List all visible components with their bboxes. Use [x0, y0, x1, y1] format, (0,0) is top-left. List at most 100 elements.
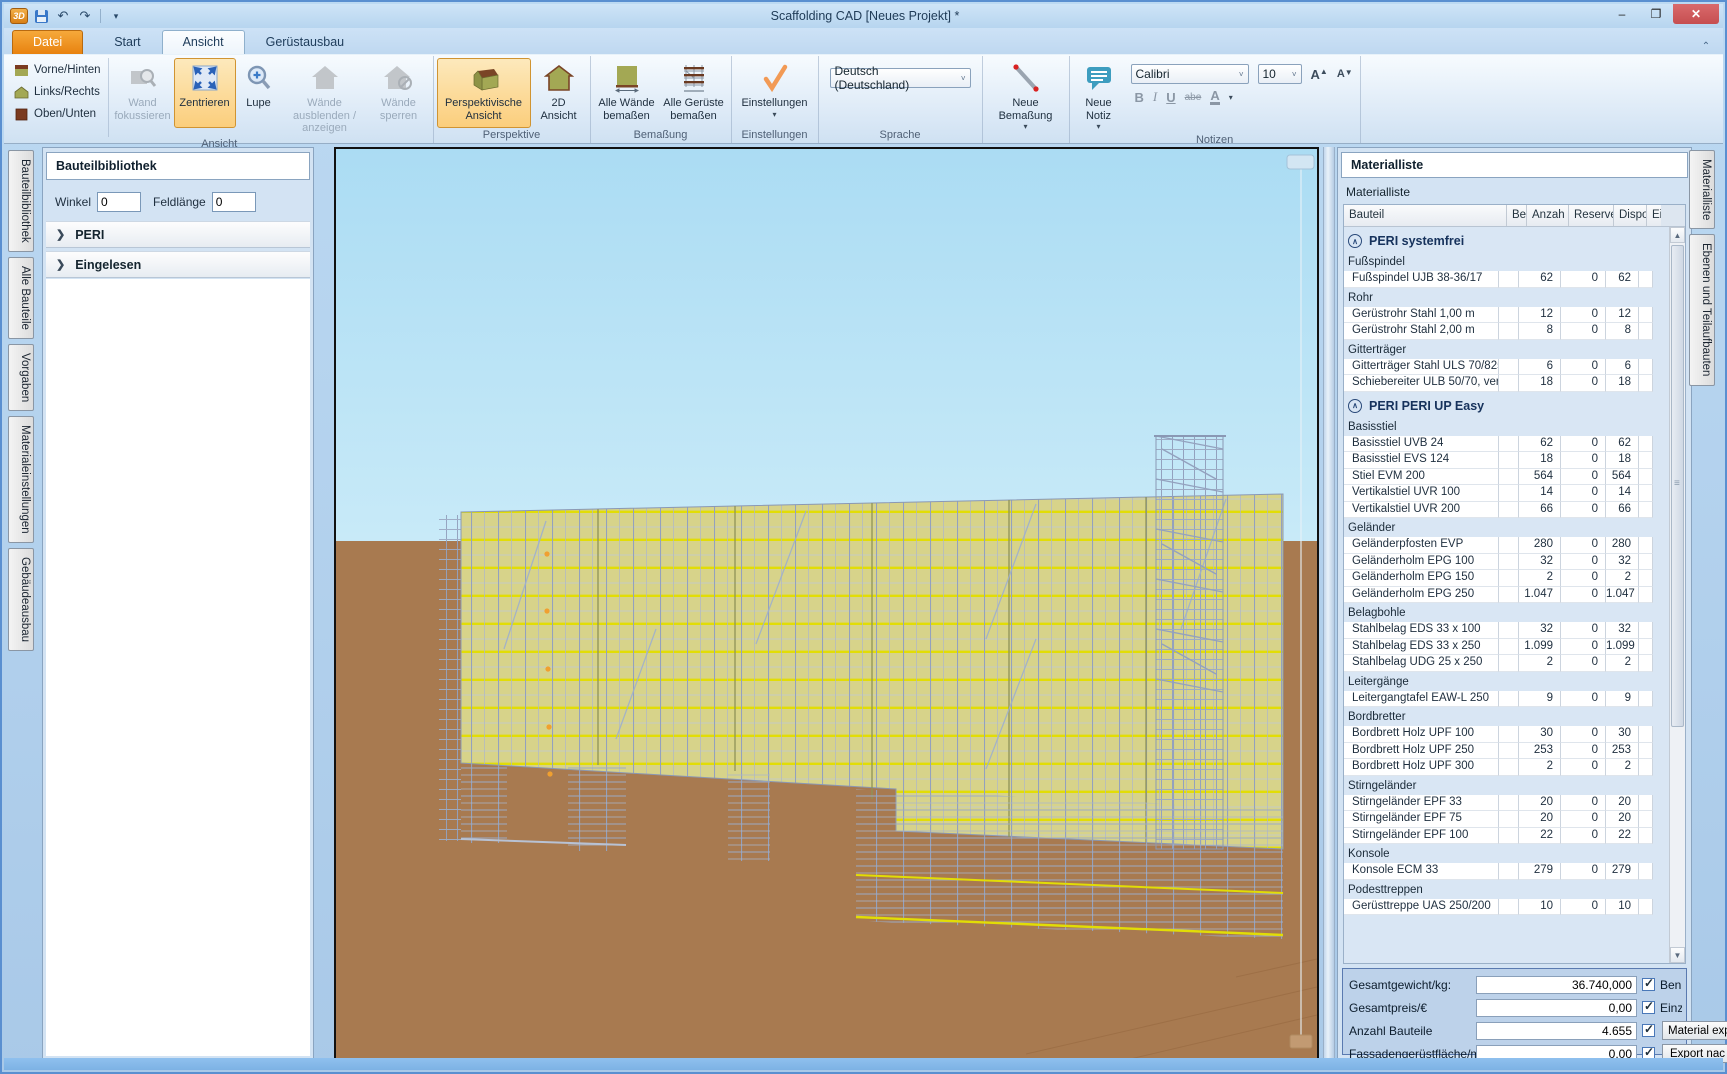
material-item-row[interactable]: Bordbrett Holz UPF 10030030: [1344, 726, 1669, 743]
material-section-row[interactable]: ∧PERI PERI UP Easy: [1344, 395, 1669, 417]
material-item-row[interactable]: Leitergangtafel EAW-L 250909: [1344, 691, 1669, 708]
side-tab-materialeinstellungen[interactable]: Materialeinstellungen: [8, 416, 34, 543]
einzelgewichte-checkbox[interactable]: [1642, 1001, 1655, 1014]
alle-waende-bemassen-button[interactable]: Alle Wände bemaßen: [594, 58, 660, 128]
language-select[interactable]: Deutsch (Deutschland) ˅: [830, 68, 971, 88]
font-color-button[interactable]: A: [1210, 89, 1219, 105]
font-name-select[interactable]: Calibri ˅: [1131, 64, 1249, 84]
material-item-row[interactable]: Geländerholm EPG 10032032: [1344, 554, 1669, 571]
column-header[interactable]: Reserve: [1569, 205, 1614, 226]
material-item-row[interactable]: Stirngeländer EPF 7520020: [1344, 811, 1669, 828]
material-item-row[interactable]: Geländerpfosten EVP2800280: [1344, 537, 1669, 554]
save-button[interactable]: [32, 7, 50, 25]
material-item-row[interactable]: Geländerholm EPG 2501.04701.047: [1344, 587, 1669, 604]
column-header[interactable]: Ei: [1647, 205, 1661, 226]
gesamtpreis-input[interactable]: [1476, 999, 1637, 1017]
zentrieren-button[interactable]: Zentrieren: [174, 58, 236, 128]
side-tab-vorgaben[interactable]: Vorgaben: [8, 344, 34, 411]
neue-notiz-button[interactable]: Neue Notiz ▾: [1073, 58, 1125, 133]
perspektivische-ansicht-button[interactable]: Perspektivische Ansicht: [437, 58, 531, 128]
feldlaenge-input[interactable]: [212, 192, 256, 212]
shrink-font-button[interactable]: A▼: [1337, 68, 1353, 80]
material-item-row[interactable]: Stahlbelag UDG 25 x 250202: [1344, 655, 1669, 672]
qat-customize-button[interactable]: ▾: [107, 7, 125, 25]
material-item-row[interactable]: Gitterträger Stahl ULS 70/825606: [1344, 359, 1669, 376]
material-item-row[interactable]: Basisstiel EVS 12418018: [1344, 452, 1669, 469]
tab-ansicht[interactable]: Ansicht: [162, 30, 245, 54]
font-size-select[interactable]: 10 ˅: [1258, 64, 1302, 84]
material-item-row[interactable]: Stirngeländer EPF 10022022: [1344, 828, 1669, 845]
waende-ausblenden-button[interactable]: Wände ausblenden / anzeigen: [282, 58, 368, 137]
material-group-row[interactable]: Rohr: [1344, 291, 1669, 307]
app-icon[interactable]: 3D: [10, 8, 28, 24]
tab-datei[interactable]: Datei: [12, 30, 83, 54]
tab-start[interactable]: Start: [93, 30, 161, 54]
material-group-row[interactable]: Podesttreppen: [1344, 883, 1669, 899]
alle-gerueste-bemassen-button[interactable]: Alle Gerüste bemaßen: [660, 58, 728, 128]
2d-ansicht-button[interactable]: 2D Ansicht: [531, 58, 587, 128]
viewport-3d-scene[interactable]: [334, 147, 1319, 1060]
lupe-button[interactable]: Lupe: [236, 58, 282, 128]
material-group-row[interactable]: Belagbohle: [1344, 606, 1669, 622]
side-tab-ebenen-und-teilaufbauten[interactable]: Ebenen und Teilaufbauten: [1689, 234, 1715, 385]
material-item-row[interactable]: Vertikalstiel UVR 10014014: [1344, 485, 1669, 502]
scroll-down-icon[interactable]: ▼: [1670, 947, 1685, 963]
waende-sperren-button[interactable]: Wände sperren: [368, 58, 430, 128]
material-item-row[interactable]: Stahlbelag EDS 33 x 10032032: [1344, 622, 1669, 639]
panel-splitter[interactable]: [1323, 147, 1335, 1060]
material-group-row[interactable]: Gitterträger: [1344, 343, 1669, 359]
redo-button[interactable]: ↷: [76, 7, 94, 25]
viewport-slider-thumb-top[interactable]: [1287, 155, 1314, 169]
material-item-row[interactable]: Fußspindel UJB 38-36/1762062: [1344, 271, 1669, 288]
bold-button[interactable]: B: [1135, 90, 1144, 105]
material-item-row[interactable]: Gerüstrohr Stahl 2,00 m808: [1344, 323, 1669, 340]
expander-peri[interactable]: ❯ PERI: [46, 221, 310, 248]
expander-eingelesen[interactable]: ❯ Eingelesen: [46, 251, 310, 278]
material-item-row[interactable]: Vertikalstiel UVR 20066066: [1344, 502, 1669, 519]
material-item-row[interactable]: Bordbrett Holz UPF 2502530253: [1344, 743, 1669, 760]
undo-button[interactable]: ↶: [54, 7, 72, 25]
neue-bemassung-button[interactable]: Neue Bemaßung ▾: [986, 58, 1066, 133]
grow-font-button[interactable]: A▲: [1311, 67, 1328, 82]
links-rechts-button[interactable]: Links/Rechts: [11, 82, 104, 102]
column-header[interactable]: Be: [1507, 205, 1527, 226]
material-item-row[interactable]: Gerüsttreppe UAS 250/20010010: [1344, 899, 1669, 916]
benutzerdefinierte-checkbox[interactable]: [1642, 978, 1655, 991]
material-item-row[interactable]: Basisstiel UVB 2462062: [1344, 436, 1669, 453]
material-group-row[interactable]: Stirngeländer: [1344, 779, 1669, 795]
scrollbar-thumb[interactable]: [1671, 245, 1684, 727]
side-tab-alle-bauteile[interactable]: Alle Bauteile: [8, 257, 34, 339]
maximize-button[interactable]: ❐: [1639, 4, 1673, 24]
material-item-row[interactable]: Stahlbelag EDS 33 x 2501.09901.099: [1344, 639, 1669, 656]
material-group-row[interactable]: Geländer: [1344, 521, 1669, 537]
close-button[interactable]: ✕: [1673, 4, 1719, 24]
material-group-row[interactable]: Konsole: [1344, 847, 1669, 863]
oben-unten-button[interactable]: Oben/Unten: [11, 104, 104, 124]
column-header[interactable]: Bauteil: [1344, 205, 1507, 226]
material-item-row[interactable]: Konsole ECM 332790279: [1344, 863, 1669, 880]
underline-button[interactable]: U: [1166, 90, 1175, 105]
material-item-row[interactable]: Stiel EVM 2005640564: [1344, 469, 1669, 486]
winkel-input[interactable]: [97, 192, 141, 212]
material-section-row[interactable]: ∧PERI systemfrei: [1344, 230, 1669, 252]
material-item-row[interactable]: Schiebereiter ULB 50/70, verz.18018: [1344, 375, 1669, 392]
side-tab-gebäudeausbau[interactable]: Gebäudeausbau: [8, 548, 34, 651]
vorne-hinten-button[interactable]: Vorne/Hinten: [11, 60, 104, 80]
side-tab-materialliste[interactable]: Materialliste: [1689, 150, 1715, 229]
material-item-row[interactable]: Geländerholm EPG 150202: [1344, 570, 1669, 587]
chevron-up-circle-icon[interactable]: ∧: [1348, 399, 1362, 413]
material-table-scrollbar[interactable]: ▲ ▼: [1669, 227, 1685, 963]
einzelpreise-checkbox[interactable]: [1642, 1024, 1655, 1037]
material-item-row[interactable]: Bordbrett Holz UPF 300202: [1344, 759, 1669, 776]
minimize-button[interactable]: –: [1605, 4, 1639, 24]
gesamtgewicht-input[interactable]: [1476, 976, 1637, 994]
viewport-slider-thumb-bottom[interactable]: [1290, 1035, 1312, 1048]
material-group-row[interactable]: Bordbretter: [1344, 710, 1669, 726]
material-group-row[interactable]: Leitergänge: [1344, 675, 1669, 691]
scroll-up-icon[interactable]: ▲: [1670, 227, 1685, 243]
material-group-row[interactable]: Basisstiel: [1344, 420, 1669, 436]
anzahl-bauteile-input[interactable]: [1476, 1022, 1637, 1040]
collapse-ribbon-button[interactable]: ⌃: [1695, 38, 1717, 54]
chevron-up-circle-icon[interactable]: ∧: [1348, 234, 1362, 248]
column-header[interactable]: Dispo: [1614, 205, 1647, 226]
